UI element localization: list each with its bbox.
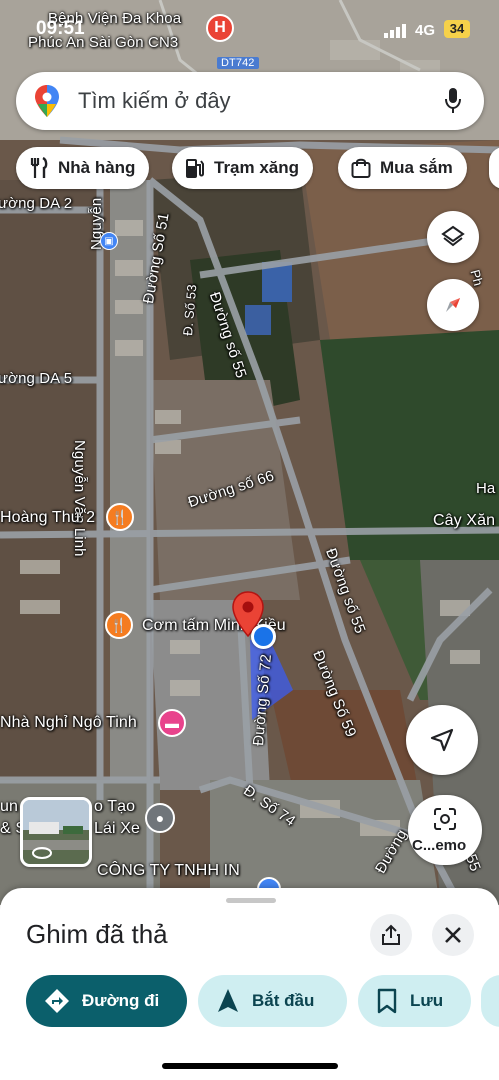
- directions-button[interactable]: Đường đi: [26, 975, 187, 1027]
- restaurant-icon: [30, 157, 48, 178]
- restaurant-poi-icon[interactable]: 🍴: [106, 503, 134, 531]
- navigation-arrow-icon: [218, 989, 238, 1012]
- road-label-da2: ường DA 2: [0, 195, 73, 212]
- chip-label: Trạm xăng: [214, 158, 300, 177]
- more-actions-button[interactable]: [481, 975, 499, 1027]
- sheet-drag-handle[interactable]: [226, 898, 276, 903]
- compass-icon: [446, 298, 460, 312]
- camera-lens-icon: [434, 808, 456, 830]
- my-location-arrow-icon: [430, 728, 454, 752]
- lens-label: C...emo: [412, 837, 467, 854]
- status-time: 09:51: [36, 18, 85, 39]
- poi-label-dao-tao[interactable]: o Tạo: [94, 798, 135, 816]
- shopping-bag-icon: [351, 158, 371, 178]
- search-input[interactable]: Tìm kiếm ở đây: [78, 88, 231, 114]
- bookmark-icon: [377, 988, 397, 1014]
- start-button[interactable]: Bắt đầu: [198, 975, 347, 1027]
- restaurant-poi-icon[interactable]: 🍴: [105, 611, 133, 639]
- battery-icon: 34: [444, 20, 470, 38]
- map-label-ha: Ha: [476, 480, 496, 497]
- poi-label-trun: un: [0, 798, 18, 815]
- current-location-dot: [251, 624, 276, 649]
- road-label-nguyen-van-linh: Nguyễn Văn Linh: [71, 440, 88, 557]
- directions-icon: [45, 989, 69, 1013]
- network-type: 4G: [415, 22, 436, 39]
- my-location-button[interactable]: [406, 705, 478, 775]
- place-pin-icon[interactable]: ●: [145, 803, 175, 833]
- start-label: Bắt đầu: [252, 991, 315, 1010]
- gas-station-icon: [186, 159, 204, 178]
- compass-button[interactable]: [427, 279, 479, 331]
- close-button[interactable]: [432, 914, 474, 956]
- poi-label-cay-xang[interactable]: Cây Xăn: [433, 512, 495, 530]
- bottom-sheet[interactable]: Ghim đã thả Đường đi Bắt đầu Lưu: [0, 888, 499, 1080]
- save-button[interactable]: Lưu: [358, 975, 471, 1027]
- chip-restaurants[interactable]: Nhà hàng: [16, 147, 150, 189]
- maps-pin-logo-icon: [35, 85, 59, 117]
- poi-label-cong-ty[interactable]: CÔNG TY TNHH IN: [97, 862, 240, 880]
- rotate-360-icon: [32, 847, 52, 859]
- chip-label: Mua sắm: [380, 158, 453, 177]
- home-indicator: [162, 1063, 338, 1069]
- search-bar[interactable]: Tìm kiếm ở đây: [16, 72, 484, 130]
- street-view-thumbnail[interactable]: [20, 797, 92, 867]
- road-label-da5: ường DA 5: [0, 370, 73, 387]
- chip-shopping[interactable]: Mua sắm: [338, 147, 467, 189]
- poi-label-nha-nghi[interactable]: Nhà Nghỉ Ngô Tinh: [0, 714, 137, 732]
- close-icon: [445, 927, 461, 943]
- poi-label-lai-xe[interactable]: Lái Xe: [94, 820, 140, 838]
- share-button[interactable]: [370, 914, 412, 956]
- directions-label: Đường đi: [82, 991, 160, 1010]
- chip-label: Nhà hàng: [58, 158, 136, 177]
- signal-bars-icon: [384, 24, 406, 38]
- lens-button[interactable]: C...emo: [408, 795, 482, 865]
- sheet-title: Ghim đã thả: [26, 919, 168, 949]
- share-icon: [382, 924, 400, 945]
- bus-stop-icon[interactable]: ▣: [100, 232, 118, 250]
- status-bar: 09:51 4G 34: [0, 0, 499, 60]
- mic-icon[interactable]: [444, 87, 462, 115]
- layers-button[interactable]: [427, 211, 479, 263]
- save-label: Lưu: [410, 991, 444, 1010]
- hotel-poi-icon[interactable]: ▬: [158, 709, 186, 737]
- poi-label-hoang-thu[interactable]: Hoàng Thư 2: [0, 509, 95, 527]
- chip-gas-stations[interactable]: Trạm xăng: [172, 147, 314, 189]
- layers-icon: [441, 225, 465, 247]
